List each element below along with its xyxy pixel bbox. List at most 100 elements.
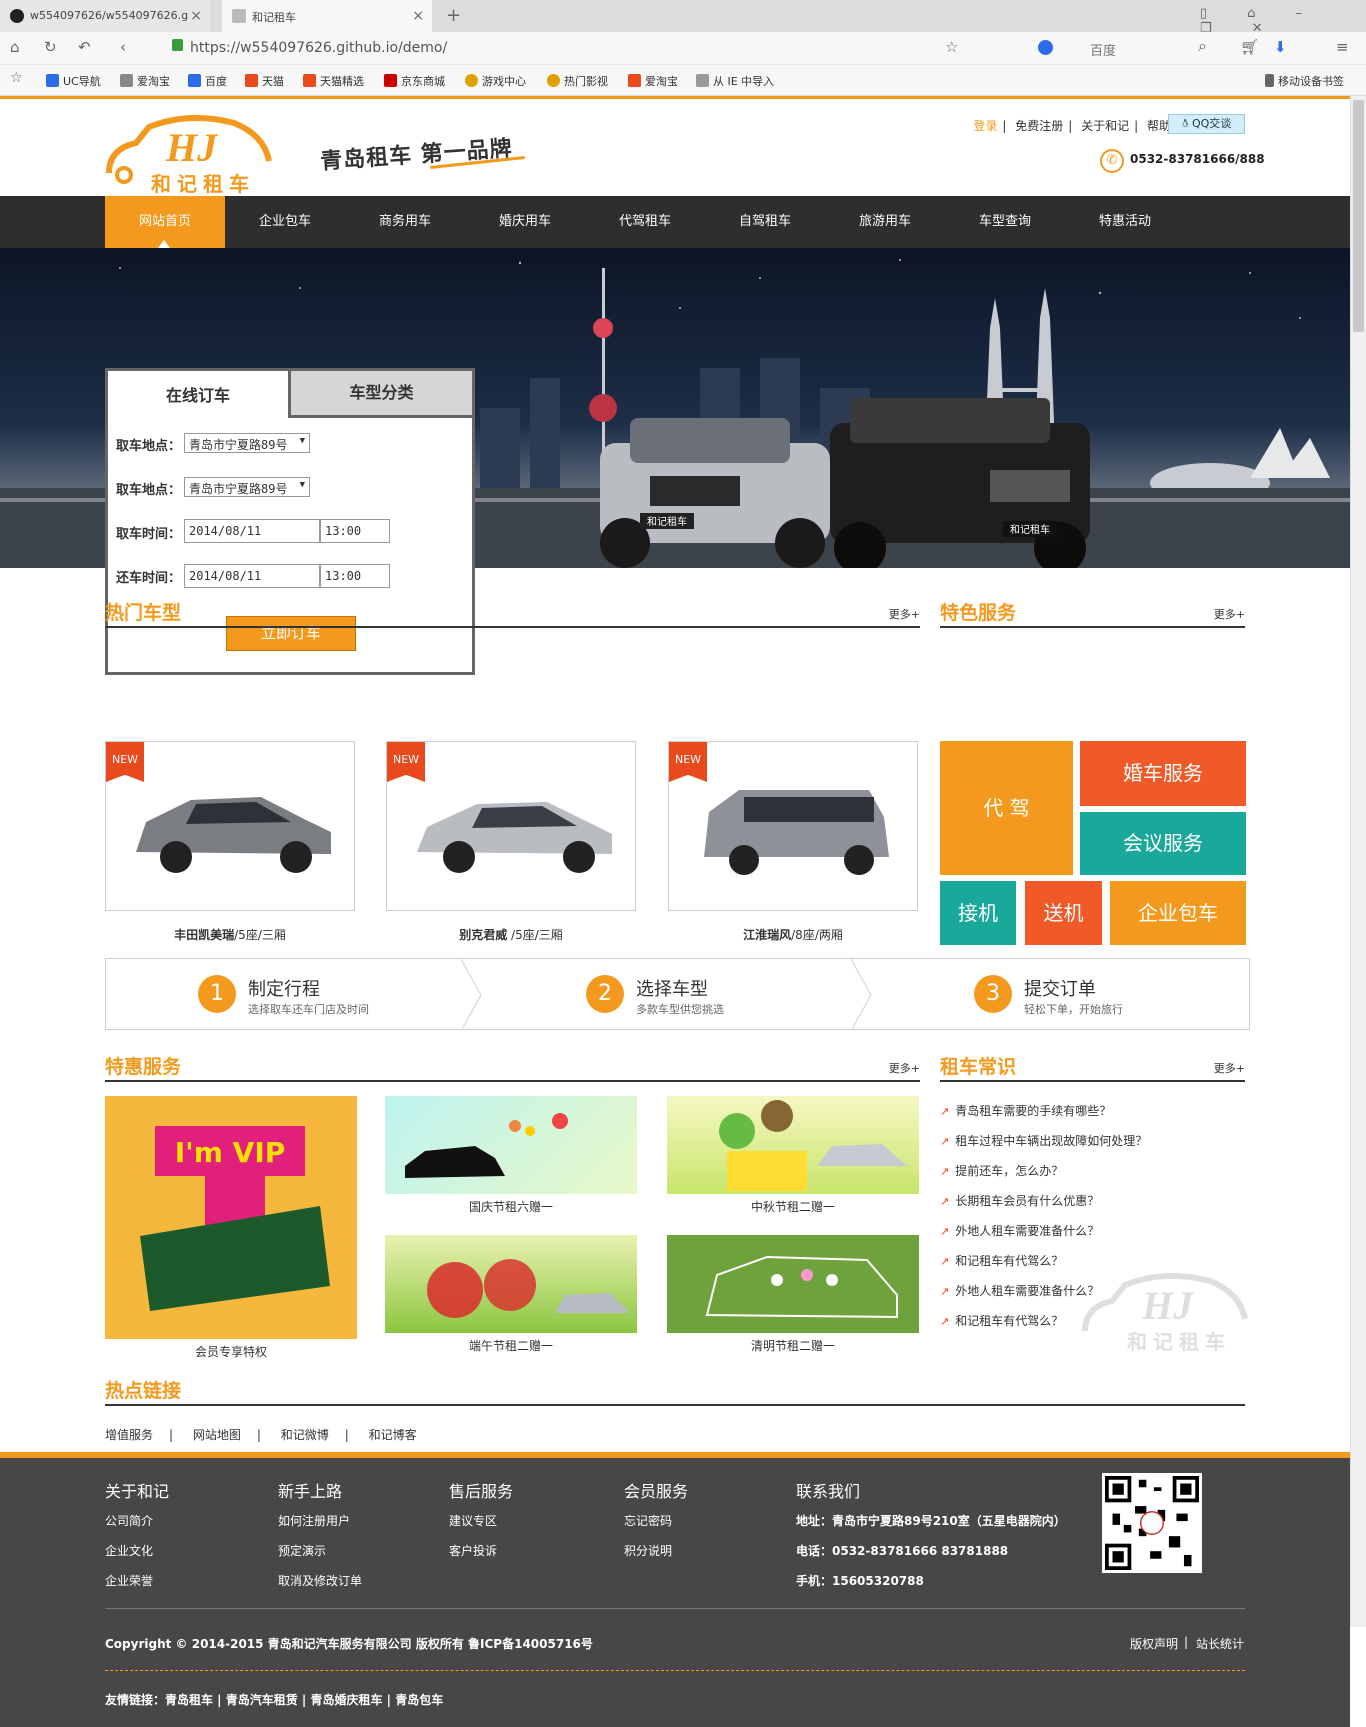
tip-link[interactable]: 外地人租车需要准备什么？ xyxy=(940,1282,1099,1299)
footer-link[interactable]: 客户投诉 xyxy=(449,1542,497,1559)
bookmark-item[interactable]: 百度 xyxy=(188,73,227,89)
friend-links[interactable]: 友情链接：青岛租车 | 青岛汽车租赁 | 青岛婚庆租车 | 青岛包车 xyxy=(105,1691,443,1708)
about-link[interactable]: 关于和记 xyxy=(1081,119,1129,133)
footer-link[interactable]: 建议专区 xyxy=(449,1512,497,1529)
bookmark-item[interactable]: 天猫 xyxy=(245,73,284,89)
tip-link[interactable]: 和记租车有代驾么？ xyxy=(940,1252,1063,1269)
hotlink[interactable]: 和记微博 xyxy=(281,1428,329,1442)
page-icon xyxy=(232,9,246,23)
close-icon[interactable]: × xyxy=(412,8,424,24)
bookmark-item[interactable]: UC导航 xyxy=(46,73,101,89)
nav-corporate[interactable]: 企业包车 xyxy=(225,196,345,248)
footer-link[interactable]: 积分说明 xyxy=(624,1542,672,1559)
tile-pickup[interactable]: 接机 xyxy=(940,881,1016,945)
tab-car-category[interactable]: 车型分类 xyxy=(288,368,475,418)
hotlink[interactable]: 网站地图 xyxy=(193,1428,241,1442)
nav-deals[interactable]: 特惠活动 xyxy=(1065,196,1185,248)
undo-icon[interactable]: ↶ xyxy=(78,38,91,56)
vip-promo[interactable]: I'm VIP xyxy=(105,1096,357,1339)
footer-link[interactable]: 预定演示 xyxy=(278,1542,326,1559)
bookmark-item[interactable]: 爱淘宝 xyxy=(120,73,170,89)
footer-link[interactable]: 公司简介 xyxy=(105,1512,153,1529)
hotlink[interactable]: 增值服务 xyxy=(105,1428,153,1442)
logo[interactable]: HJ 和记租车 xyxy=(104,113,274,197)
return-hour-input[interactable]: 13:00 xyxy=(320,564,390,588)
login-link[interactable]: 登录 xyxy=(973,119,997,133)
tip-link[interactable]: 和记租车有代驾么？ xyxy=(940,1312,1063,1329)
promo-national-day[interactable] xyxy=(385,1096,637,1194)
scrollbar[interactable] xyxy=(1350,96,1366,1627)
footer-link[interactable]: 忘记密码 xyxy=(624,1512,672,1529)
scrollbar-thumb[interactable] xyxy=(1353,100,1364,332)
bookmark-star-icon[interactable]: ☆ xyxy=(10,70,23,86)
bookmark-item[interactable]: 热门影视 xyxy=(547,73,608,89)
nav-selfdrive[interactable]: 自驾租车 xyxy=(705,196,825,248)
bookmark-item[interactable]: 从 IE 中导入 xyxy=(696,73,774,89)
back-icon[interactable]: ‹ xyxy=(120,38,126,56)
footer-link[interactable]: 如何注册用户 xyxy=(278,1512,350,1529)
mobile-bookmarks[interactable]: 移动设备书签 xyxy=(1265,73,1344,89)
tile-dropoff[interactable]: 送机 xyxy=(1025,881,1102,945)
nav-business[interactable]: 商务用车 xyxy=(345,196,465,248)
nav-chauffeur[interactable]: 代驾租车 xyxy=(585,196,705,248)
car-name: 丰田凯美瑞/5座/三厢 xyxy=(174,928,286,942)
return-place-select[interactable]: 青岛市宁夏路89号 ▼ xyxy=(184,477,310,497)
pickup-hour-input[interactable]: 13:00 xyxy=(320,519,390,543)
tab-active[interactable]: 和记租车 × xyxy=(222,0,432,32)
hot-cars-more-link[interactable]: 更多+ xyxy=(889,606,920,622)
vip-illustration: I'm VIP xyxy=(140,1126,330,1311)
car-card[interactable]: NEW xyxy=(105,741,355,911)
return-date-input[interactable]: 2014/08/11 xyxy=(184,564,320,588)
menu-icon[interactable]: ≡ xyxy=(1336,38,1349,56)
tab-github[interactable]: w554097626/w554097626.g × xyxy=(0,0,210,32)
tile-wedding[interactable]: 婚车服务 xyxy=(1080,741,1246,806)
step-title: 提交订单 xyxy=(1024,979,1096,1000)
tile-chauffeur[interactable]: 代 驾 xyxy=(940,741,1073,875)
tip-link[interactable]: 外地人租车需要准备什么？ xyxy=(940,1222,1099,1239)
hotlink[interactable]: 和记博客 xyxy=(369,1428,417,1442)
nav-wedding[interactable]: 婚庆用车 xyxy=(465,196,585,248)
tip-link[interactable]: 提前还车，怎么办？ xyxy=(940,1162,1063,1179)
car-card[interactable]: NEW xyxy=(668,741,918,911)
star-icon[interactable]: ☆ xyxy=(945,38,958,56)
register-link[interactable]: 免费注册 xyxy=(1015,119,1063,133)
download-icon[interactable]: ⬇ xyxy=(1274,38,1287,56)
address-bar[interactable]: https://w554097626.github.io/demo/ xyxy=(160,36,1000,60)
services-more-link[interactable]: 更多+ xyxy=(1214,606,1245,622)
bookmark-item[interactable]: 京东商城 xyxy=(384,73,445,89)
tip-link[interactable]: 青岛租车需要的手续有哪些？ xyxy=(940,1102,1111,1119)
car-card[interactable]: NEW xyxy=(386,741,636,911)
tip-link[interactable]: 租车过程中车辆出现故障如何处理？ xyxy=(940,1132,1147,1149)
services-header: 特色服务 更多+ xyxy=(940,592,1245,628)
specials-more-link[interactable]: 更多+ xyxy=(889,1060,920,1076)
promo-dragon-boat[interactable] xyxy=(385,1235,637,1333)
nav-travel[interactable]: 旅游用车 xyxy=(825,196,945,248)
nav-models[interactable]: 车型查询 xyxy=(945,196,1065,248)
new-tab-icon[interactable]: + xyxy=(446,5,461,26)
reload-icon[interactable]: ↻ xyxy=(44,38,57,56)
close-icon[interactable]: × xyxy=(190,8,202,24)
promo-qingming[interactable] xyxy=(667,1235,919,1333)
bookmark-item[interactable]: 爱淘宝 xyxy=(628,73,678,89)
search-box[interactable]: 百度 ⌕ xyxy=(1038,36,1218,60)
tip-link[interactable]: 长期租车会员有什么优惠？ xyxy=(940,1192,1099,1209)
tab-online-order[interactable]: 在线订车 xyxy=(108,371,288,421)
stats-link[interactable]: 站长统计 xyxy=(1196,1635,1244,1652)
tile-meeting[interactable]: 会议服务 xyxy=(1080,812,1246,875)
cart-icon[interactable]: 🛒︎ xyxy=(1240,38,1259,56)
footer-link[interactable]: 取消及修改订单 xyxy=(278,1572,362,1589)
footer-link[interactable]: 企业文化 xyxy=(105,1542,153,1559)
pickup-select[interactable]: 青岛市宁夏路89号 ▼ xyxy=(184,433,310,453)
promo-mid-autumn[interactable] xyxy=(667,1096,919,1194)
tips-more-link[interactable]: 更多+ xyxy=(1214,1060,1245,1076)
tile-corporate[interactable]: 企业包车 xyxy=(1110,881,1246,945)
search-icon[interactable]: ⌕ xyxy=(1198,36,1207,56)
pickup-date-input[interactable]: 2014/08/11 xyxy=(184,519,320,543)
home-icon[interactable]: ⌂ xyxy=(10,38,20,56)
legal-link[interactable]: 版权声明 xyxy=(1130,1635,1178,1652)
qq-chat-button[interactable]: 🐧︎ QQ交谈 xyxy=(1168,114,1245,134)
footer-link[interactable]: 企业荣誉 xyxy=(105,1572,153,1589)
step-title: 选择车型 xyxy=(636,979,708,1000)
bookmark-item[interactable]: 游戏中心 xyxy=(465,73,526,89)
bookmark-item[interactable]: 天猫精选 xyxy=(303,73,364,89)
